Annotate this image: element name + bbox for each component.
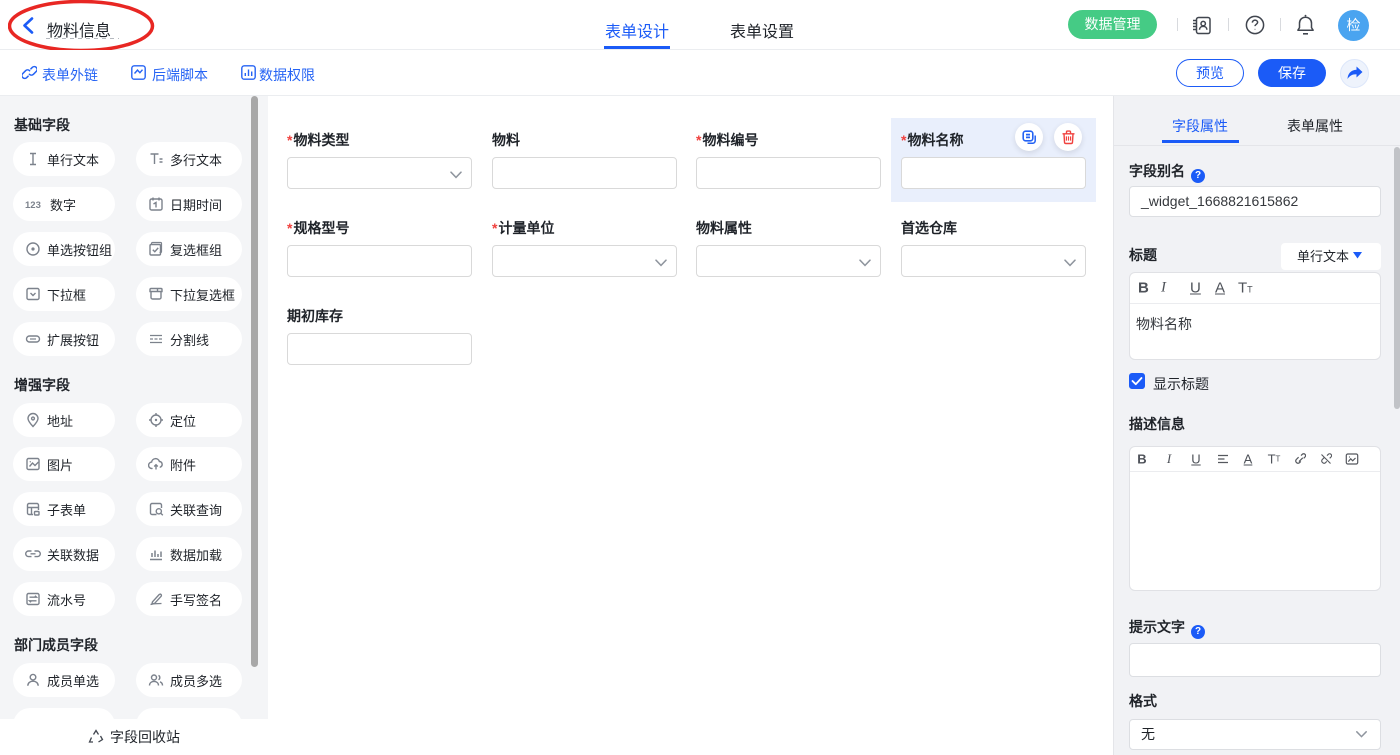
svg-text:123: 123 <box>25 200 41 211</box>
